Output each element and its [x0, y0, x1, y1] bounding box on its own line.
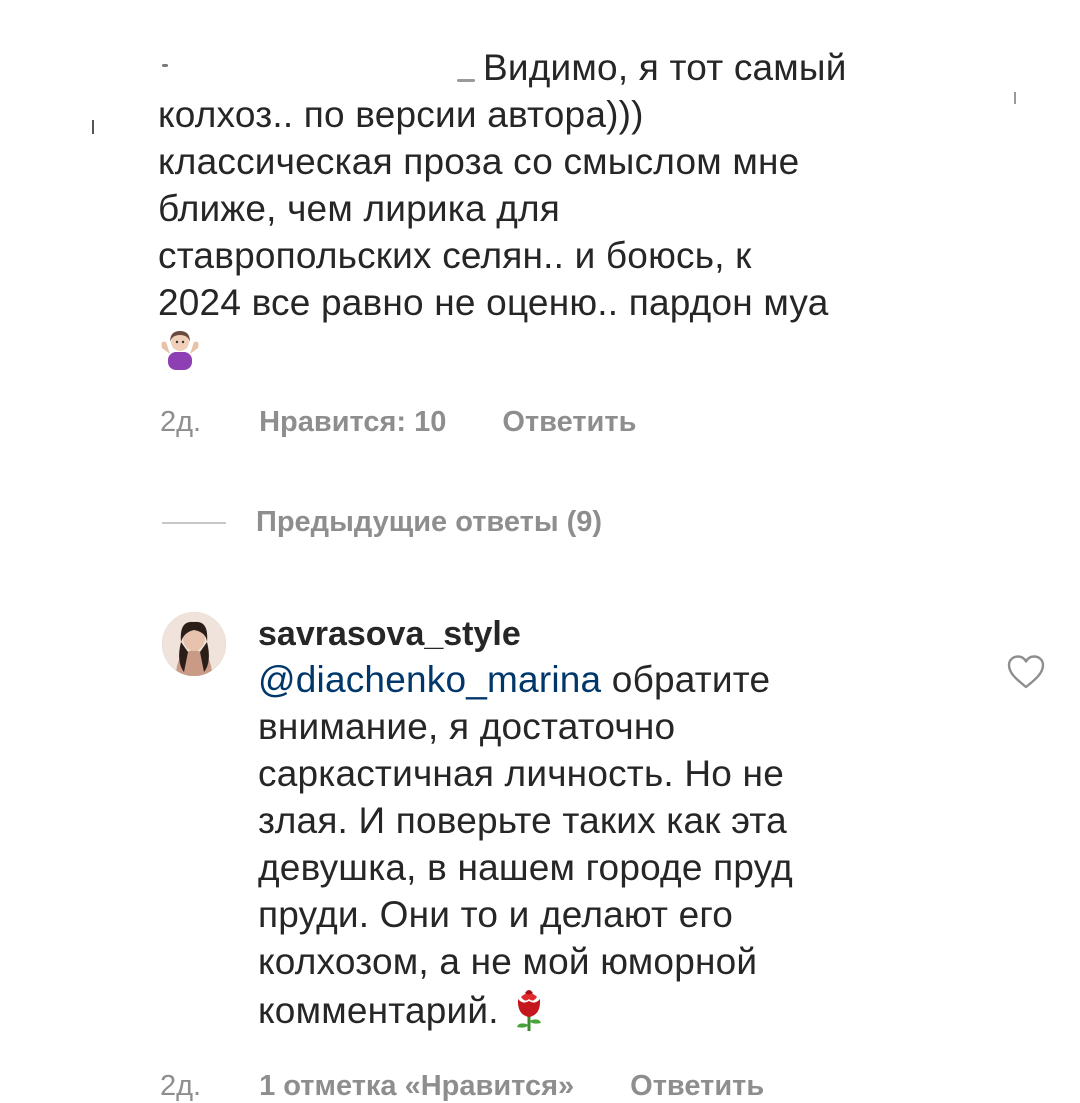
reply-likes-count[interactable]: 1 отметка «Нравится» — [259, 1070, 574, 1103]
likes-count[interactable]: Нравится: 10 — [259, 406, 446, 439]
comment-line: ближе, чем лирика для — [158, 188, 561, 229]
reply-line: саркастичная личность. Но не — [258, 753, 784, 794]
comment: Видимо, я тот самый колхоз.. по версии а… — [158, 44, 948, 373]
reply-line: злая. И поверьте таких как эта — [258, 800, 787, 841]
avatar[interactable] — [162, 612, 226, 676]
hidden-username — [158, 54, 483, 84]
comment-line: классическая проза со смыслом мне — [158, 141, 800, 182]
reply-body: savrasova_style @diachenko_marina обрати… — [258, 612, 1018, 1034]
username[interactable]: savrasova_style — [258, 612, 1018, 656]
reply-meta: 2д. 1 отметка «Нравится» Ответить — [160, 1070, 764, 1103]
heart-icon[interactable] — [1006, 654, 1046, 690]
reply-button[interactable]: Ответить — [630, 1070, 764, 1103]
crop-artifact — [1014, 92, 1016, 104]
previous-replies-toggle[interactable]: Предыдущие ответы (9) — [162, 506, 602, 539]
comment-line: ставропольских селян.. и боюсь, к — [158, 235, 752, 276]
reply-line: комментарий. — [258, 990, 510, 1031]
reply-line: девушка, в нашем городе пруд — [258, 847, 793, 888]
comment-line: колхоз.. по версии автора))) — [158, 94, 644, 135]
crop-artifact — [92, 120, 94, 134]
comment-time: 2д. — [160, 406, 202, 438]
reply-text: @diachenko_marina обратите внимание, я д… — [258, 656, 1018, 1034]
reply-line: колхозом, а не мой юморной — [258, 941, 758, 982]
reply-time: 2д. — [160, 1070, 202, 1102]
divider-line — [162, 521, 226, 524]
comment-line: Видимо, я тот самый — [483, 47, 847, 88]
rose-emoji — [517, 990, 542, 1031]
previous-replies-label: Предыдущие ответы (9) — [256, 506, 603, 538]
reply-line: внимание, я достаточно — [258, 706, 676, 747]
comment-line: 2024 все равно не оценю.. пардон муа — [158, 282, 829, 323]
mention-link[interactable]: @diachenko_marina — [258, 659, 601, 700]
reply-line: пруди. Они то и делают его — [258, 894, 734, 935]
comment-text: Видимо, я тот самый колхоз.. по версии а… — [158, 44, 948, 373]
comment-meta: 2д. Нравится: 10 Ответить — [160, 406, 636, 439]
reply-line: обратите — [601, 659, 771, 700]
avatar-image — [162, 612, 226, 676]
woman-shrugging-emoji — [161, 331, 199, 370]
reply-button[interactable]: Ответить — [502, 406, 636, 439]
